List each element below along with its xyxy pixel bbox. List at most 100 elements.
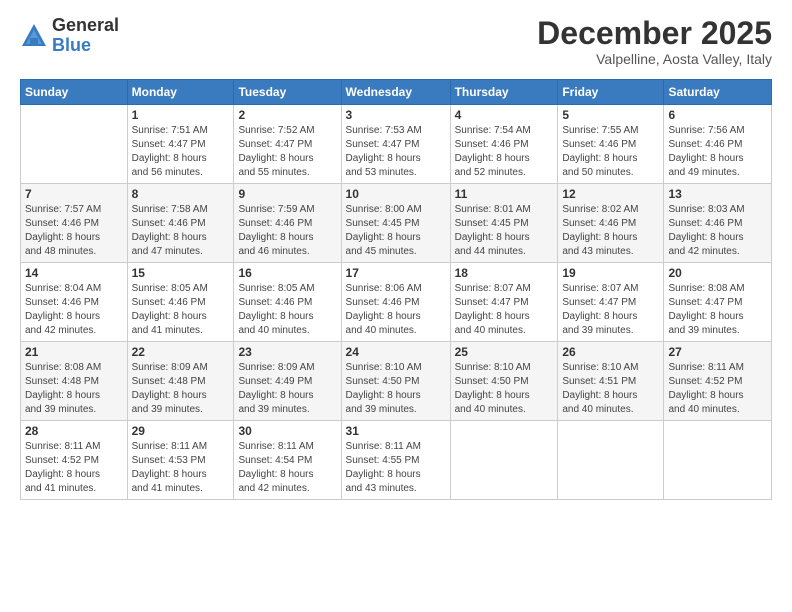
logo-general-label: General	[52, 16, 119, 36]
table-row: 14 Sunrise: 8:04 AM Sunset: 4:46 PM Dayli…	[21, 263, 128, 342]
table-row: 27Sunrise: 8:11 AM Sunset: 4:52 PM Dayli…	[664, 342, 772, 421]
col-tuesday: Tuesday	[234, 80, 341, 105]
logo-text: General Blue	[52, 16, 119, 56]
table-row: 22 Sunrise: 8:09 AM Sunset: 4:48 PM Dayli…	[127, 342, 234, 421]
day-info: Sunrise: 7:55 AM Sunset: 4:46 PM Dayligh…	[562, 124, 659, 180]
day-number: 22	[132, 345, 230, 359]
page: General Blue December 2025 Valpelline, A…	[0, 0, 792, 612]
month-title: December 2025	[537, 16, 772, 51]
day-info: Sunrise: 7:54 AM Sunset: 4:46 PM Dayligh…	[455, 124, 554, 180]
calendar-week-row: 21 Sunrise: 8:08 AM Sunset: 4:48 PM Dayli…	[21, 342, 772, 421]
day-info: Sunrise: 8:08 AM Sunset: 4:48 PM Dayligh…	[25, 361, 123, 417]
day-number: 9	[238, 187, 336, 201]
day-number: 11	[455, 187, 554, 201]
table-row: 21 Sunrise: 8:08 AM Sunset: 4:48 PM Dayli…	[21, 342, 128, 421]
table-row: 23 Sunrise: 8:09 AM Sunset: 4:49 PM Dayli…	[234, 342, 341, 421]
location-label: Valpelline, Aosta Valley, Italy	[537, 51, 772, 67]
day-info: Sunrise: 8:03 AM Sunset: 4:46 PM Dayligh…	[668, 203, 767, 259]
day-info: Sunrise: 8:05 AM Sunset: 4:46 PM Dayligh…	[132, 282, 230, 338]
day-number: 26	[562, 345, 659, 359]
day-info: Sunrise: 8:11 AM Sunset: 4:52 PM Dayligh…	[25, 440, 123, 496]
day-info: Sunrise: 8:06 AM Sunset: 4:46 PM Dayligh…	[346, 282, 446, 338]
calendar-header-row: Sunday Monday Tuesday Wednesday Thursday…	[21, 80, 772, 105]
day-info: Sunrise: 8:10 AM Sunset: 4:50 PM Dayligh…	[346, 361, 446, 417]
day-info: Sunrise: 8:11 AM Sunset: 4:54 PM Dayligh…	[238, 440, 336, 496]
calendar-week-row: 7 Sunrise: 7:57 AM Sunset: 4:46 PM Daylig…	[21, 184, 772, 263]
day-number: 21	[25, 345, 123, 359]
day-info: Sunrise: 8:10 AM Sunset: 4:51 PM Dayligh…	[562, 361, 659, 417]
day-info: Sunrise: 8:11 AM Sunset: 4:52 PM Dayligh…	[668, 361, 767, 417]
day-number: 24	[346, 345, 446, 359]
table-row	[664, 421, 772, 500]
table-row: 19 Sunrise: 8:07 AM Sunset: 4:47 PM Dayli…	[558, 263, 664, 342]
table-row: 13 Sunrise: 8:03 AM Sunset: 4:46 PM Dayli…	[664, 184, 772, 263]
table-row: 10 Sunrise: 8:00 AM Sunset: 4:45 PM Dayli…	[341, 184, 450, 263]
day-number: 16	[238, 266, 336, 280]
col-saturday: Saturday	[664, 80, 772, 105]
day-info: Sunrise: 7:52 AM Sunset: 4:47 PM Dayligh…	[238, 124, 336, 180]
day-number: 5	[562, 108, 659, 122]
day-number: 1	[132, 108, 230, 122]
table-row: 25 Sunrise: 8:10 AM Sunset: 4:50 PM Dayli…	[450, 342, 558, 421]
day-number: 23	[238, 345, 336, 359]
day-info: Sunrise: 7:59 AM Sunset: 4:46 PM Dayligh…	[238, 203, 336, 259]
day-info: Sunrise: 8:08 AM Sunset: 4:47 PM Dayligh…	[668, 282, 767, 338]
day-number: 13	[668, 187, 767, 201]
day-info: Sunrise: 7:58 AM Sunset: 4:46 PM Dayligh…	[132, 203, 230, 259]
table-row	[450, 421, 558, 500]
day-number: 19	[562, 266, 659, 280]
table-row: 4 Sunrise: 7:54 AM Sunset: 4:46 PM Daylig…	[450, 105, 558, 184]
day-number: 14	[25, 266, 123, 280]
day-info: Sunrise: 7:53 AM Sunset: 4:47 PM Dayligh…	[346, 124, 446, 180]
day-info: Sunrise: 8:02 AM Sunset: 4:46 PM Dayligh…	[562, 203, 659, 259]
col-wednesday: Wednesday	[341, 80, 450, 105]
calendar-week-row: 14 Sunrise: 8:04 AM Sunset: 4:46 PM Dayli…	[21, 263, 772, 342]
table-row: 8 Sunrise: 7:58 AM Sunset: 4:46 PM Daylig…	[127, 184, 234, 263]
day-number: 7	[25, 187, 123, 201]
table-row: 24 Sunrise: 8:10 AM Sunset: 4:50 PM Dayli…	[341, 342, 450, 421]
day-info: Sunrise: 8:00 AM Sunset: 4:45 PM Dayligh…	[346, 203, 446, 259]
day-info: Sunrise: 8:10 AM Sunset: 4:50 PM Dayligh…	[455, 361, 554, 417]
col-thursday: Thursday	[450, 80, 558, 105]
table-row: 11 Sunrise: 8:01 AM Sunset: 4:45 PM Dayli…	[450, 184, 558, 263]
day-info: Sunrise: 8:01 AM Sunset: 4:45 PM Dayligh…	[455, 203, 554, 259]
day-number: 4	[455, 108, 554, 122]
table-row: 28Sunrise: 8:11 AM Sunset: 4:52 PM Dayli…	[21, 421, 128, 500]
day-number: 18	[455, 266, 554, 280]
table-row: 1 Sunrise: 7:51 AM Sunset: 4:47 PM Daylig…	[127, 105, 234, 184]
day-number: 10	[346, 187, 446, 201]
table-row: 18 Sunrise: 8:07 AM Sunset: 4:47 PM Dayli…	[450, 263, 558, 342]
table-row: 29Sunrise: 8:11 AM Sunset: 4:53 PM Dayli…	[127, 421, 234, 500]
day-info: Sunrise: 7:51 AM Sunset: 4:47 PM Dayligh…	[132, 124, 230, 180]
table-row: 6 Sunrise: 7:56 AM Sunset: 4:46 PM Daylig…	[664, 105, 772, 184]
day-number: 17	[346, 266, 446, 280]
day-number: 8	[132, 187, 230, 201]
table-row: 2 Sunrise: 7:52 AM Sunset: 4:47 PM Daylig…	[234, 105, 341, 184]
day-number: 6	[668, 108, 767, 122]
day-number: 25	[455, 345, 554, 359]
day-info: Sunrise: 8:07 AM Sunset: 4:47 PM Dayligh…	[455, 282, 554, 338]
day-info: Sunrise: 8:07 AM Sunset: 4:47 PM Dayligh…	[562, 282, 659, 338]
day-number: 29	[132, 424, 230, 438]
day-info: Sunrise: 7:56 AM Sunset: 4:46 PM Dayligh…	[668, 124, 767, 180]
calendar-table: Sunday Monday Tuesday Wednesday Thursday…	[20, 79, 772, 500]
day-number: 12	[562, 187, 659, 201]
day-info: Sunrise: 8:09 AM Sunset: 4:49 PM Dayligh…	[238, 361, 336, 417]
table-row: 15Sunrise: 8:05 AM Sunset: 4:46 PM Dayli…	[127, 263, 234, 342]
table-row: 26 Sunrise: 8:10 AM Sunset: 4:51 PM Dayli…	[558, 342, 664, 421]
table-row: 17 Sunrise: 8:06 AM Sunset: 4:46 PM Dayli…	[341, 263, 450, 342]
day-number: 31	[346, 424, 446, 438]
day-info: Sunrise: 7:57 AM Sunset: 4:46 PM Dayligh…	[25, 203, 123, 259]
table-row: 30 Sunrise: 8:11 AM Sunset: 4:54 PM Dayli…	[234, 421, 341, 500]
table-row: 12 Sunrise: 8:02 AM Sunset: 4:46 PM Dayli…	[558, 184, 664, 263]
col-monday: Monday	[127, 80, 234, 105]
col-friday: Friday	[558, 80, 664, 105]
title-block: December 2025 Valpelline, Aosta Valley, …	[537, 16, 772, 67]
day-info: Sunrise: 8:04 AM Sunset: 4:46 PM Dayligh…	[25, 282, 123, 338]
day-number: 2	[238, 108, 336, 122]
calendar-week-row: 28Sunrise: 8:11 AM Sunset: 4:52 PM Dayli…	[21, 421, 772, 500]
day-info: Sunrise: 8:09 AM Sunset: 4:48 PM Dayligh…	[132, 361, 230, 417]
day-info: Sunrise: 8:05 AM Sunset: 4:46 PM Dayligh…	[238, 282, 336, 338]
table-row: 3Sunrise: 7:53 AM Sunset: 4:47 PM Daylig…	[341, 105, 450, 184]
day-number: 30	[238, 424, 336, 438]
